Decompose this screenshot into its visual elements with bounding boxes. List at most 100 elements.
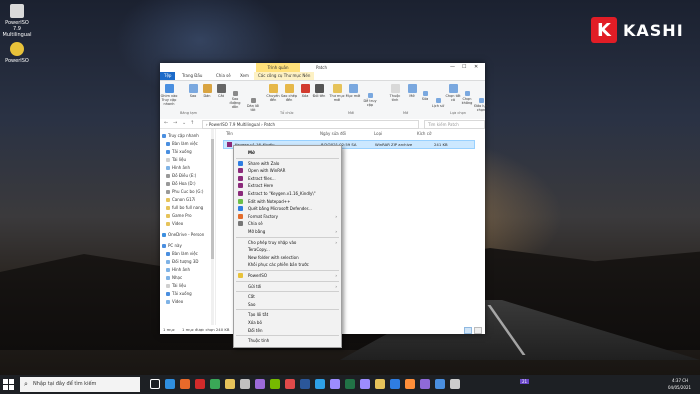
tab-file[interactable]: Tệp — [160, 72, 176, 80]
nav-item[interactable]: Phu Cuc bo (G:) — [166, 189, 203, 194]
context-menu-item[interactable]: Sao — [234, 301, 341, 308]
taskbar-search[interactable]: ⌕ Nhập tại đây để tìm kiếm — [20, 377, 140, 392]
column-type[interactable]: Loại — [374, 131, 382, 136]
context-menu-item[interactable]: Chia sẻ — [234, 220, 341, 227]
nav-item[interactable]: PC này — [162, 243, 182, 248]
scrollbar-thumb[interactable] — [211, 139, 214, 259]
notification-badge[interactable]: 21 — [520, 379, 530, 384]
ribbon-button-easy-access[interactable]: Dễ truy cập — [361, 93, 379, 107]
nav-item[interactable]: Truy cập nhanh — [162, 133, 199, 138]
nvidia-icon[interactable] — [270, 379, 280, 389]
context-menu-item[interactable]: Extract files... — [234, 175, 341, 182]
clock-time[interactable]: 4:37 CH — [672, 378, 688, 383]
nav-item[interactable]: Đồ Điều (E:) — [166, 173, 196, 178]
opera-icon[interactable] — [195, 379, 205, 389]
column-date[interactable]: Ngày sửa đổi — [320, 131, 346, 136]
nav-item[interactable]: Video — [166, 299, 183, 304]
excel-icon[interactable] — [345, 379, 355, 389]
context-menu-item[interactable]: Xóa bỏ — [234, 319, 341, 326]
ribbon-button-pin[interactable]: Ghim vào Truy cập nhanh — [160, 84, 178, 106]
tab-share[interactable]: Chia sẻ — [212, 72, 235, 80]
nav-item[interactable]: Tài liệu — [166, 157, 186, 162]
close-button[interactable]: ✕ — [474, 63, 478, 72]
task-view-icon[interactable] — [150, 379, 160, 389]
ribbon-button-invert-selection[interactable]: Đảo lựa chọn — [472, 98, 490, 112]
context-menu-item[interactable]: Cho phép truy nhập vào › — [234, 239, 341, 246]
explorer-icon[interactable] — [225, 379, 235, 389]
nav-scrollbar[interactable] — [211, 129, 214, 325]
chrome-icon[interactable] — [210, 379, 220, 389]
windows-start-icon[interactable] — [3, 379, 14, 390]
context-menu-item[interactable]: PowerISO › — [234, 272, 341, 279]
explorer-icon-2[interactable] — [375, 379, 385, 389]
context-menu-item[interactable]: Format Factory › — [234, 213, 341, 220]
nav-item[interactable]: Tải xuống — [166, 291, 192, 296]
context-menu-item[interactable]: Khôi phục các phiên bản trước — [234, 261, 341, 268]
recent-icon[interactable]: ⌄ — [182, 119, 186, 128]
context-menu-item[interactable]: New folder with selection — [234, 254, 341, 261]
context-menu-item[interactable]: Tạo lối tắt — [234, 311, 341, 318]
nav-item[interactable]: Tài liệu — [166, 283, 186, 288]
zalo-icon[interactable] — [390, 379, 400, 389]
tab-view[interactable]: Xem — [236, 72, 253, 80]
back-icon[interactable]: ← — [164, 119, 168, 128]
column-name[interactable]: Tên — [226, 131, 233, 136]
thumbnail-view-icon[interactable] — [474, 327, 482, 334]
context-menu-item[interactable]: Đổi tên — [234, 327, 341, 334]
nav-item[interactable]: Bàn làm việc — [166, 251, 198, 256]
nav-item[interactable]: Game Pro — [166, 213, 192, 218]
media-icon[interactable] — [285, 379, 295, 389]
context-menu-item[interactable]: Extract to "Keygen.v1.16_Kindly\" — [234, 190, 341, 197]
app-icon-5[interactable] — [450, 379, 460, 389]
clock-date[interactable]: 04/05/2021 — [668, 385, 691, 390]
context-menu-item[interactable]: Edit with Notepad++ — [234, 198, 341, 205]
ribbon-button-copy-path[interactable]: Sao đường dẫn — [226, 91, 244, 109]
app-icon-3[interactable] — [420, 379, 430, 389]
context-menu-item[interactable]: Gửi tới › — [234, 283, 341, 290]
desktop-icon-poweriso-folder[interactable]: PowerISO 7.9 Multilingual — [2, 4, 32, 38]
word-icon[interactable] — [300, 379, 310, 389]
maximize-button[interactable]: ☐ — [462, 63, 466, 72]
column-size[interactable]: Kích cỡ — [417, 131, 431, 136]
ribbon-button-rename[interactable]: Đổi tên — [310, 84, 328, 98]
app-icon-4[interactable] — [435, 379, 445, 389]
ribbon-button-properties[interactable]: Thuộc tính — [386, 84, 404, 102]
forward-icon[interactable]: → — [173, 119, 177, 128]
nav-item[interactable]: Bàn làm việc — [166, 141, 198, 146]
photoshop-icon[interactable] — [315, 379, 325, 389]
firefox-icon[interactable] — [180, 379, 190, 389]
context-menu-item[interactable]: Cắt — [234, 293, 341, 300]
ae-icon[interactable] — [330, 379, 340, 389]
context-menu-item[interactable]: Extract Here — [234, 182, 341, 189]
context-menu-item[interactable]: Thuộc tính — [234, 337, 341, 344]
ribbon-button-paste-shortcut[interactable]: Dán lối tắt — [244, 98, 262, 112]
ribbon-button-new-item[interactable]: Mục mới — [344, 84, 362, 98]
nav-item[interactable]: Hình ảnh — [166, 165, 190, 170]
context-tab-header[interactable]: Trình quản — [256, 63, 300, 72]
nav-item[interactable]: Đối tượng 3D — [166, 259, 198, 264]
context-menu-item[interactable]: TeraCopy... — [234, 246, 341, 253]
nav-item[interactable]: Tải xuống — [166, 149, 192, 154]
tab-compressed-tools[interactable]: Các công cụ Thư mục Nén — [254, 72, 315, 80]
nav-item[interactable]: Hình ảnh — [166, 267, 190, 272]
context-menu-item[interactable]: Open with WinRAR — [234, 167, 341, 174]
app-icon-2[interactable] — [405, 379, 415, 389]
search-input[interactable]: Tìm kiếm Patch — [424, 120, 485, 129]
nav-item[interactable]: Canon G17i — [166, 197, 195, 202]
nav-item[interactable]: OneDrive - Person — [162, 232, 204, 237]
context-menu-item[interactable]: Share with Zalo — [234, 160, 341, 167]
details-view-icon[interactable] — [464, 327, 472, 334]
up-icon[interactable]: ↑ — [190, 119, 194, 128]
nav-item[interactable]: Nhạc — [166, 275, 182, 280]
tab-home[interactable]: Trang Đầu — [178, 72, 206, 80]
context-menu-item[interactable]: Mở — [234, 149, 341, 156]
edge-icon[interactable] — [165, 379, 175, 389]
minimize-button[interactable]: — — [450, 63, 455, 72]
context-menu-item[interactable]: Quét bằng Microsoft Defender... — [234, 205, 341, 212]
game-icon[interactable] — [240, 379, 250, 389]
nav-item[interactable]: Đồ Hoa (D:) — [166, 181, 196, 186]
address-path[interactable]: › PowerISO 7.9 Multilingual › Patch — [202, 120, 419, 129]
app-icon[interactable] — [255, 379, 265, 389]
premiere-icon[interactable] — [360, 379, 370, 389]
desktop-icon-poweriso[interactable]: PowerISO — [2, 42, 32, 64]
